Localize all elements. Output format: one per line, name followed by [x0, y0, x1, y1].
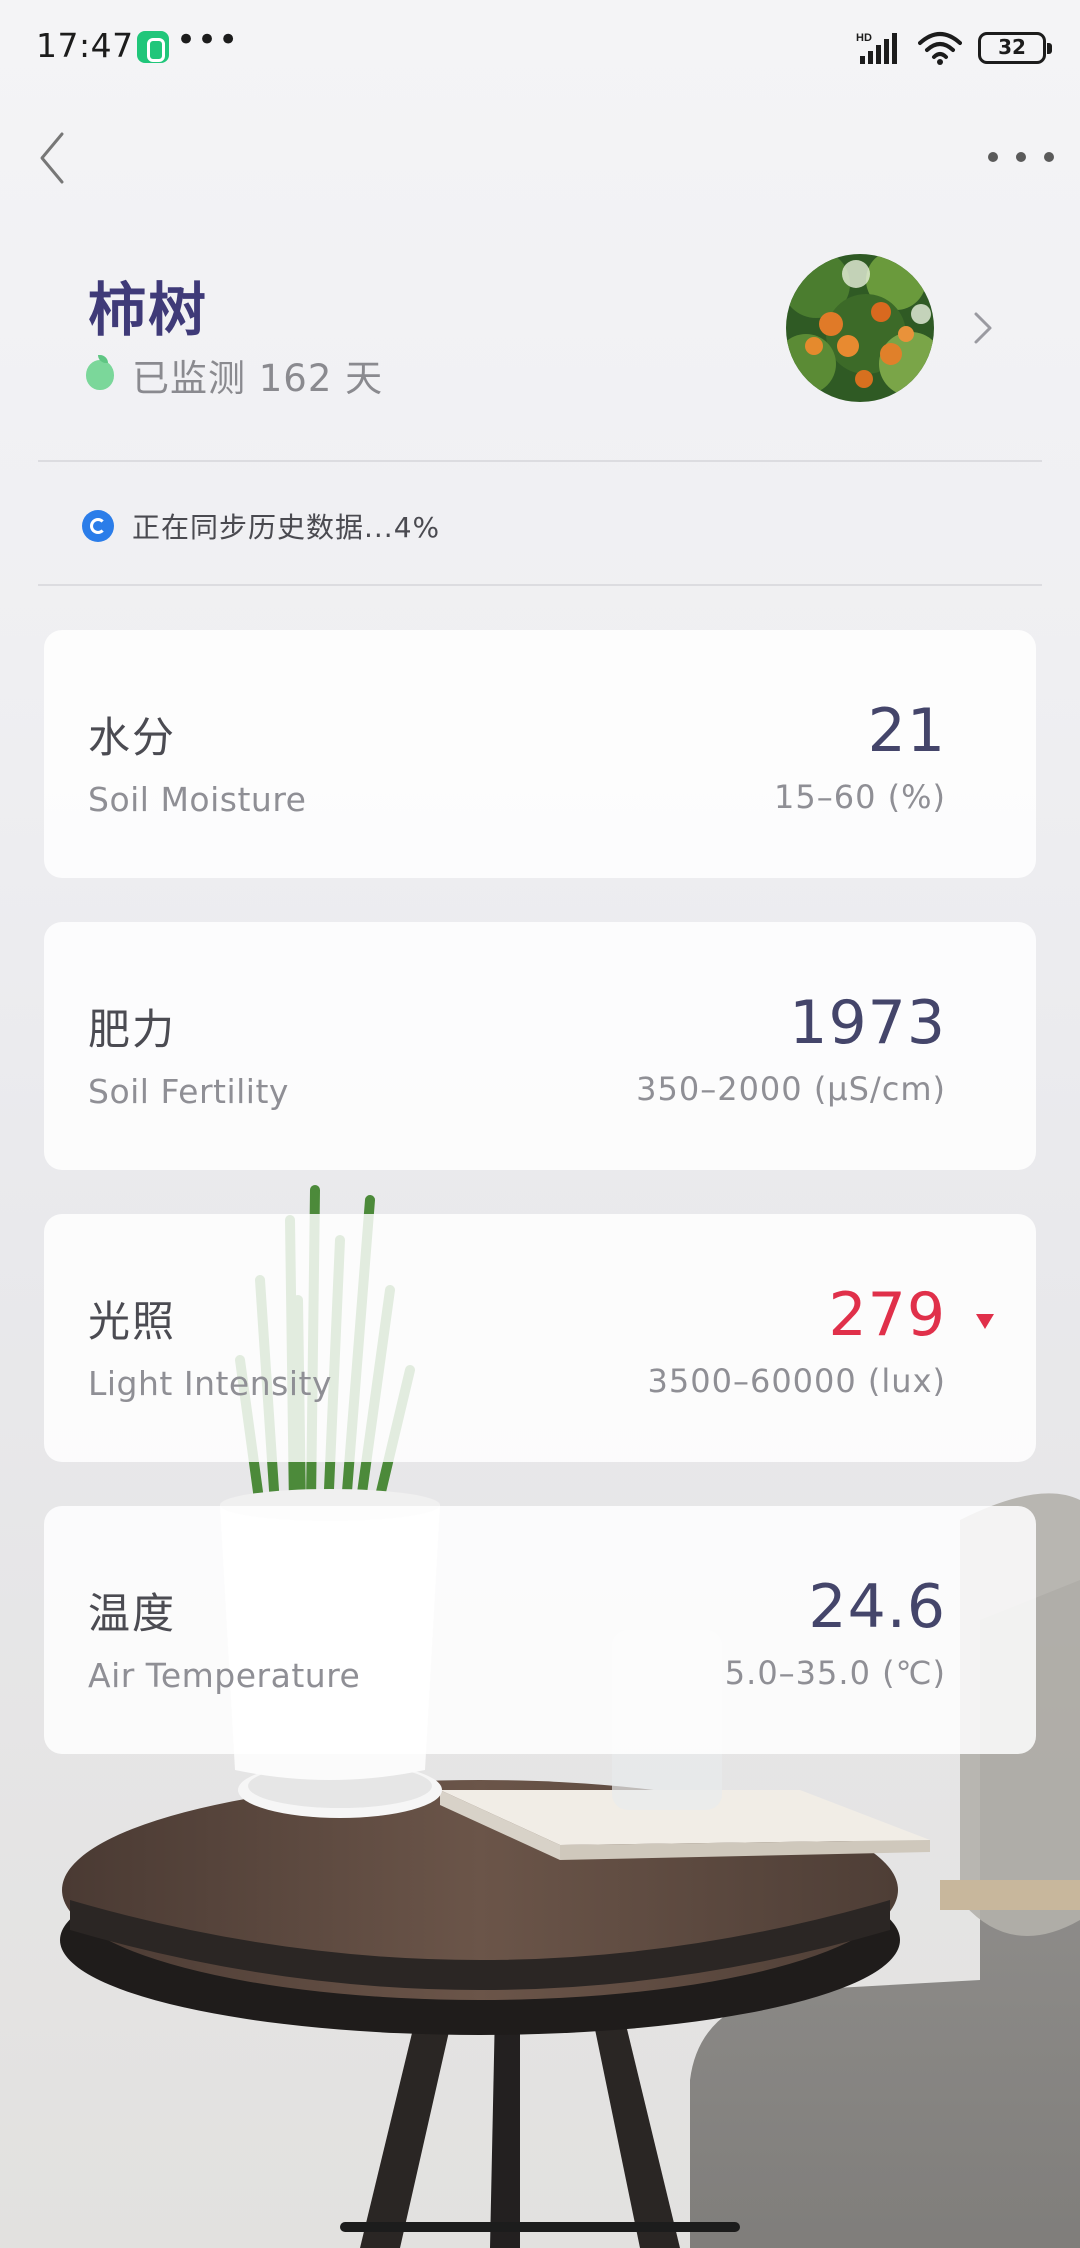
sync-status: 正在同步历史数据...4%	[82, 506, 440, 546]
metric-card-air-temperature[interactable]: 温度 Air Temperature 24.6 5.0–35.0 (℃)	[44, 1506, 1036, 1754]
status-icons: HD 32	[856, 28, 1052, 68]
metric-range: 5.0–35.0 (℃)	[724, 1654, 946, 1692]
metric-range: 15–60 (%)	[774, 778, 946, 816]
metric-subtitle: Soil Fertility	[88, 1072, 289, 1111]
status-bar: 17:47 ••• HD 32	[0, 0, 1080, 96]
home-indicator[interactable]	[340, 2222, 740, 2232]
app-notification-icon	[137, 31, 169, 63]
battery-indicator: 32	[978, 32, 1052, 64]
more-button[interactable]	[988, 142, 1054, 172]
metric-card-light-intensity[interactable]: 光照 Light Intensity 279 3500–60000 (lux)	[44, 1214, 1036, 1462]
sync-text: 正在同步历史数据...4%	[132, 511, 441, 544]
metric-subtitle: Light Intensity	[88, 1364, 332, 1403]
metric-range: 3500–60000 (lux)	[647, 1362, 946, 1400]
triangle-down-icon	[976, 1314, 994, 1329]
metric-title: 肥力	[88, 1005, 177, 1054]
metric-subtitle: Air Temperature	[88, 1656, 361, 1695]
persimmon-tree-image	[786, 254, 934, 402]
wifi-icon	[918, 32, 962, 65]
signal-icon: HD	[856, 32, 897, 64]
monitor-status: 已监测 162 天	[86, 348, 383, 402]
metric-value: 1973	[789, 988, 946, 1058]
monitor-days-text: 已监测 162 天	[132, 357, 384, 400]
metric-card-soil-moisture[interactable]: 水分 Soil Moisture 21 15–60 (%)	[44, 630, 1036, 878]
metric-title: 水分	[88, 713, 177, 762]
metric-value: 279	[828, 1280, 946, 1350]
plant-avatar[interactable]	[786, 254, 934, 402]
metric-subtitle: Soil Moisture	[88, 780, 307, 819]
metric-card-soil-fertility[interactable]: 肥力 Soil Fertility 1973 350–2000 (μS/cm)	[44, 922, 1036, 1170]
avatar-chevron[interactable]	[968, 308, 998, 348]
divider	[38, 584, 1042, 586]
metric-value: 21	[867, 696, 946, 766]
more-dots-icon	[988, 152, 998, 162]
status-time: 17:47	[36, 26, 134, 65]
metric-value: 24.6	[808, 1572, 946, 1642]
sync-icon	[82, 510, 114, 542]
svg-text:HD: HD	[856, 32, 872, 44]
leaf-icon	[86, 355, 114, 390]
more-notifications-icon: •••	[176, 20, 240, 60]
plant-name: 柿树	[88, 276, 209, 344]
metric-range: 350–2000 (μS/cm)	[636, 1070, 946, 1108]
metric-title: 光照	[88, 1297, 177, 1346]
metric-title: 温度	[88, 1589, 177, 1638]
back-button[interactable]	[30, 120, 86, 196]
chevron-left-icon	[40, 132, 64, 184]
divider	[38, 460, 1042, 462]
chevron-right-icon	[974, 312, 992, 344]
